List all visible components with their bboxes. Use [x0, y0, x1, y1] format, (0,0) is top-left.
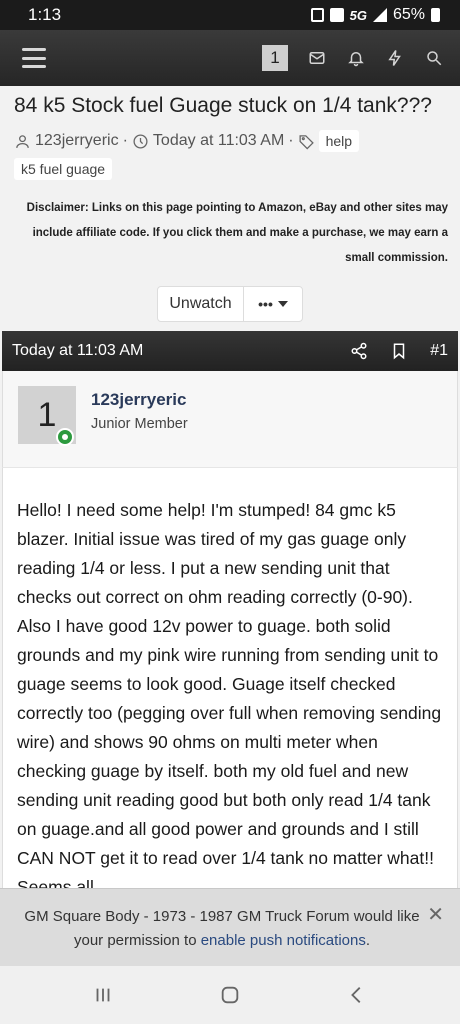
- tag-row: k5 fuel guage: [14, 158, 113, 180]
- more-dots: •••: [258, 296, 273, 312]
- tag-help[interactable]: help: [318, 130, 360, 152]
- share-icon[interactable]: [350, 342, 368, 360]
- recent-apps-button[interactable]: [83, 980, 123, 1010]
- system-nav-bar: [0, 966, 460, 1024]
- caret-down-icon: [277, 301, 288, 307]
- bell-icon[interactable]: [346, 48, 366, 68]
- thread-meta: 123jerryeric · Today at 11:03 AM · help: [14, 130, 454, 152]
- post-header: Today at 11:03 AM #1: [2, 331, 458, 371]
- post-username[interactable]: 123jerryeric: [91, 390, 186, 410]
- unwatch-button[interactable]: Unwatch: [158, 287, 244, 321]
- home-icon: [221, 986, 239, 1004]
- clock-icon: [133, 133, 148, 149]
- user-title: Junior Member: [91, 416, 188, 432]
- meta-separator: ·: [122, 132, 128, 149]
- push-suffix: .: [365, 932, 371, 949]
- status-time: 1:13: [28, 5, 62, 24]
- post-date[interactable]: Today at 11:03 AM: [12, 342, 143, 360]
- post-body: Hello! I need some help! I'm stumped! 84…: [2, 467, 458, 907]
- post-number[interactable]: #1: [430, 342, 448, 360]
- thread-title: 84 k5 Stock fuel Guage stuck on 1/4 tank…: [14, 94, 432, 117]
- back-button[interactable]: [337, 980, 377, 1010]
- close-icon[interactable]: ✕: [427, 902, 444, 927]
- post-user-block: 1 123jerryeric Junior Member: [2, 371, 458, 467]
- tags-icon: [299, 134, 314, 149]
- home-button[interactable]: [210, 980, 250, 1010]
- network-type: 5G: [349, 7, 367, 23]
- affiliate-disclaimer: Disclaimer: Links on this page pointing …: [26, 202, 448, 264]
- recent-apps-icon: [96, 988, 110, 1002]
- lightning-icon[interactable]: [385, 48, 405, 68]
- online-status-icon: [56, 428, 74, 446]
- thread-author[interactable]: 123jerryeric: [35, 132, 119, 150]
- push-banner-text: GM Square Body - 1973 - 1987 GM Truck Fo…: [14, 905, 430, 953]
- more-options-button[interactable]: •••: [244, 287, 302, 321]
- nfc-icon: [329, 8, 344, 22]
- meta-separator: ·: [288, 132, 294, 149]
- signal-icon: [372, 8, 387, 22]
- search-icon[interactable]: [424, 48, 444, 68]
- status-icons: 5G 65%: [310, 6, 440, 24]
- push-notification-banner: GM Square Body - 1973 - 1987 GM Truck Fo…: [0, 888, 460, 966]
- app-header: 1: [0, 30, 460, 86]
- alarm-icon: [310, 8, 324, 22]
- tag-k5-fuel-guage[interactable]: k5 fuel guage: [14, 158, 113, 180]
- battery-icon: [431, 8, 440, 22]
- user-icon: [16, 134, 29, 148]
- battery-percent: 65%: [392, 6, 425, 23]
- post-text: Hello! I need some help! I'm stumped! 84…: [17, 500, 442, 897]
- account-avatar[interactable]: 1: [262, 45, 288, 71]
- thread-actions: Unwatch •••: [157, 286, 303, 322]
- back-icon: [350, 987, 361, 1003]
- thread-date[interactable]: Today at 11:03 AM: [153, 132, 284, 150]
- enable-push-link[interactable]: enable push notifications: [201, 932, 366, 949]
- status-bar: 1:13 5G 65%: [0, 0, 460, 30]
- inbox-icon[interactable]: [307, 48, 327, 68]
- menu-icon[interactable]: [22, 48, 46, 68]
- bookmark-icon[interactable]: [390, 342, 408, 360]
